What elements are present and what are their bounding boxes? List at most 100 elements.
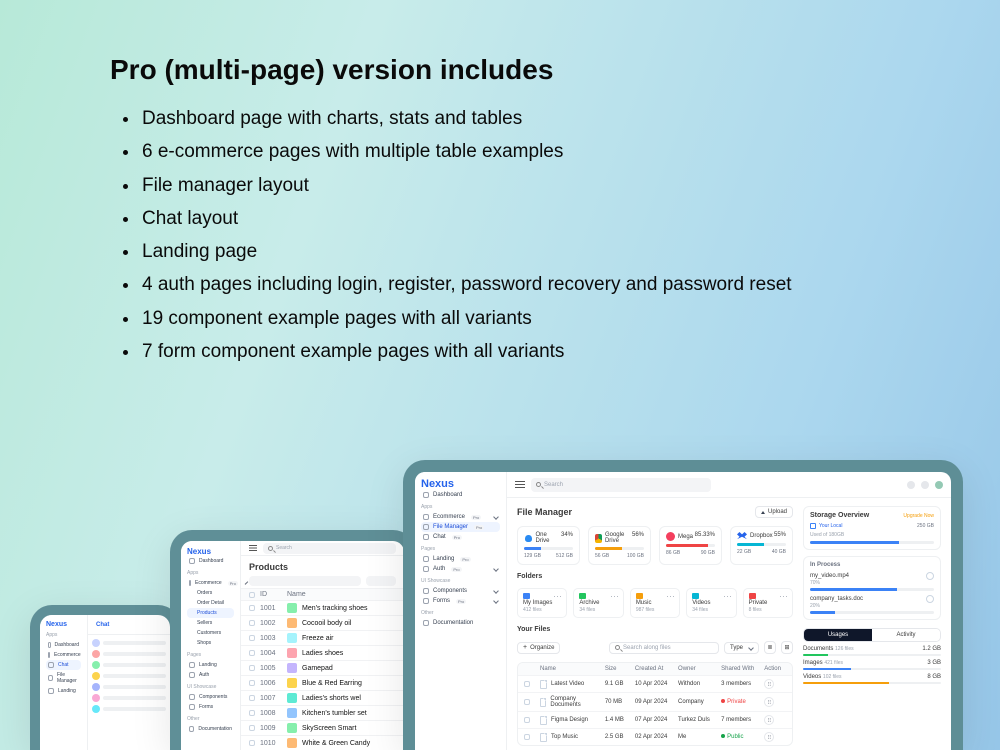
type-filter[interactable]: Type [724, 642, 759, 654]
sidebar-item-auth[interactable]: AuthPro [421, 564, 500, 574]
chat-row[interactable] [92, 650, 166, 658]
chat-row[interactable] [92, 694, 166, 702]
sidebar-item-landing[interactable]: Landing [46, 686, 81, 696]
drive-card[interactable]: Dropbox55%22 GB40 GB [730, 526, 793, 565]
row-action-button[interactable]: ⁝⁝ [764, 732, 774, 742]
checkbox[interactable] [524, 717, 530, 723]
sidebar-item-forms[interactable]: FormsPro [421, 596, 500, 606]
sidebar-item-shops[interactable]: Shops [187, 638, 234, 648]
sidebar-item-ecommerce[interactable]: EcommercePro [421, 512, 500, 522]
folder-card[interactable]: Videos34 files [686, 588, 736, 618]
sidebar-item-landing[interactable]: LandingPro [421, 554, 500, 564]
checkbox[interactable] [249, 665, 255, 671]
chat-row[interactable] [92, 661, 166, 669]
more-icon[interactable] [667, 596, 674, 597]
folder-card[interactable]: Private8 files [743, 588, 793, 618]
sidebar-item-documentation[interactable]: Documentation [421, 618, 500, 628]
checkbox[interactable] [249, 740, 255, 746]
checkbox[interactable] [524, 681, 530, 687]
menu-icon[interactable] [249, 545, 257, 551]
row-action-button[interactable]: ⁝⁝ [764, 697, 774, 707]
chat-row[interactable] [92, 705, 166, 713]
sidebar-item-documentation[interactable]: Documentation [187, 724, 234, 734]
menu-icon[interactable] [515, 481, 525, 488]
category-filter[interactable] [366, 576, 396, 586]
checkbox[interactable] [249, 725, 255, 731]
sidebar-item-products[interactable]: Products [187, 608, 234, 618]
product-row[interactable]: 1007Ladies's shorts wel [241, 690, 404, 705]
file-row[interactable]: Top Music2.5 GB02 Apr 2024MePublic⁝⁝ [518, 728, 792, 745]
theme-toggle-icon[interactable] [907, 481, 915, 489]
sidebar-item-forms[interactable]: Forms [187, 702, 234, 712]
more-icon[interactable] [611, 596, 618, 597]
checkbox[interactable] [524, 699, 530, 705]
sidebar-item-auth[interactable]: Auth [187, 670, 234, 680]
checkbox[interactable] [249, 710, 255, 716]
product-row[interactable]: 1001Men's tracking shoes [241, 600, 404, 615]
folder-card[interactable]: My Images412 files [517, 588, 567, 618]
sidebar-item-dashboard[interactable]: Dashboard [421, 490, 500, 500]
checkbox[interactable] [249, 592, 255, 598]
cancel-icon[interactable] [926, 572, 934, 580]
chat-row[interactable] [92, 683, 166, 691]
view-list-button[interactable]: ≣ [764, 641, 776, 654]
drive-card[interactable]: Google Drive56%56 GB100 GB [588, 526, 651, 565]
tab-usages[interactable]: Usages [804, 629, 872, 641]
product-row[interactable]: 1008Kitchen's tumbler set [241, 705, 404, 720]
checkbox[interactable] [249, 650, 255, 656]
sidebar-item-components[interactable]: Components [421, 586, 500, 596]
sidebar-item-orders[interactable]: Orders [187, 588, 234, 598]
product-row[interactable]: 1009SkyScreen Smart [241, 720, 404, 735]
sidebar-item-chat[interactable]: ChatPro [421, 532, 500, 542]
checkbox[interactable] [249, 680, 255, 686]
folder-card[interactable]: Archive34 files [573, 588, 623, 618]
avatar[interactable] [935, 481, 943, 489]
checkbox[interactable] [249, 695, 255, 701]
organize-button[interactable]: +Organize [517, 642, 560, 654]
product-row[interactable]: 1010White & Green Candy [241, 735, 404, 750]
product-search-input[interactable] [249, 576, 361, 586]
row-action-button[interactable]: ⁝⁝ [764, 715, 774, 725]
chat-row[interactable] [92, 639, 166, 647]
file-row[interactable]: Latest Video9.1 GB10 Apr 2024Withdon3 me… [518, 675, 792, 692]
upgrade-link[interactable]: Upgrade Now [903, 513, 934, 519]
sidebar-item-landing[interactable]: Landing [187, 660, 234, 670]
product-row[interactable]: 1004Ladies shoes [241, 645, 404, 660]
product-row[interactable]: 1002Cocooil body oil [241, 615, 404, 630]
sidebar-item-dashboard[interactable]: Dashboard [46, 640, 81, 650]
checkbox[interactable] [249, 620, 255, 626]
checkbox[interactable] [249, 605, 255, 611]
view-grid-button[interactable]: ⊞ [781, 641, 793, 654]
chat-row[interactable] [92, 672, 166, 680]
sidebar-item-sellers[interactable]: Sellers [187, 618, 234, 628]
search-input[interactable]: Search [531, 478, 711, 492]
more-icon[interactable] [724, 596, 731, 597]
product-row[interactable]: 1006Blue & Red Earring [241, 675, 404, 690]
product-row[interactable]: 1005Gamepad [241, 660, 404, 675]
sidebar-item-customers[interactable]: Customers [187, 628, 234, 638]
file-search-input[interactable]: Search along files [609, 642, 719, 654]
drive-card[interactable]: Mega85.33%86 GB90 GB [659, 526, 722, 565]
bell-icon[interactable] [921, 481, 929, 489]
sidebar-item-file-manager[interactable]: File ManagerPro [421, 522, 500, 532]
file-row[interactable]: Company Documents70 MB09 Apr 2024Company… [518, 692, 792, 711]
drive-card[interactable]: One Drive34%129 GB512 GB [517, 526, 580, 565]
sidebar-item-order-detail[interactable]: Order Detail [187, 598, 234, 608]
checkbox[interactable] [524, 734, 530, 740]
tab-activity[interactable]: Activity [872, 629, 940, 641]
sidebar-item-components[interactable]: Components [187, 692, 234, 702]
cancel-icon[interactable] [926, 595, 934, 603]
product-row[interactable]: 1003Freeze air [241, 630, 404, 645]
sidebar-item-ecommerce[interactable]: EcommercePro [187, 578, 234, 588]
row-action-button[interactable]: ⁝⁝ [764, 679, 774, 689]
upload-button[interactable]: Upload [755, 506, 793, 518]
more-icon[interactable] [554, 596, 561, 597]
folder-card[interactable]: Music987 files [630, 588, 680, 618]
file-row[interactable]: Figma Design1.4 MB07 Apr 2024Turkez Duls… [518, 711, 792, 728]
search-input[interactable]: Search [263, 543, 396, 554]
sidebar-item-dashboard[interactable]: Dashboard [187, 556, 234, 566]
sidebar-item-ecommerce[interactable]: Ecommerce [46, 650, 81, 660]
sidebar-item-chat[interactable]: Chat [46, 660, 81, 670]
sidebar-item-file-manager[interactable]: File Manager [46, 670, 81, 686]
more-icon[interactable] [780, 596, 787, 597]
